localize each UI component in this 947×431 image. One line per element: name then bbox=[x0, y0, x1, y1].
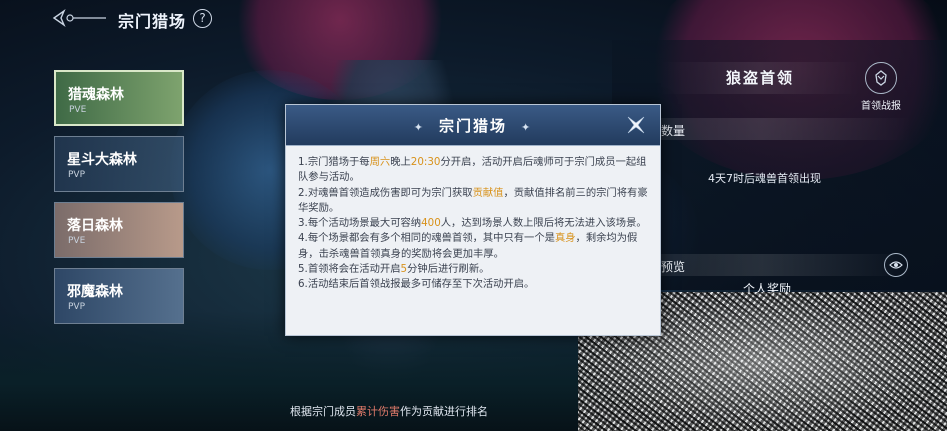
rule-item: 3.每个活动场景最大可容纳400人，达到场景人数上限后将无法进入该场景。 bbox=[298, 216, 650, 231]
wolf-crest-icon bbox=[865, 62, 897, 94]
back-button[interactable] bbox=[52, 8, 108, 28]
rule-highlight: 贡献值 bbox=[472, 186, 504, 199]
map-name: 星斗大森林 bbox=[67, 152, 137, 168]
rule-text: 3.每个活动场景最大可容纳 bbox=[298, 217, 422, 230]
rule-text: 分钟后进行刷新。 bbox=[407, 263, 490, 276]
rule-item: 6.活动结束后首领战报最多可储存至下次活动开启。 bbox=[298, 277, 650, 292]
sparkle-icon: ✦ bbox=[413, 121, 425, 134]
map-tag: PVE bbox=[69, 105, 87, 115]
map-name: 邪魔森林 bbox=[67, 284, 123, 300]
map-tag: PVP bbox=[68, 170, 86, 180]
map-item-soul-hunt-forest[interactable]: 猎魂森林 PVE bbox=[54, 70, 184, 126]
dialog-title-row: ✦ 宗门猎场 ✦ bbox=[286, 115, 660, 136]
dialog-title: 宗门猎场 bbox=[438, 117, 507, 135]
rule-text: 5.首领将会在活动开启 bbox=[298, 263, 401, 276]
rule-text: 晚上 bbox=[390, 156, 411, 168]
rule-item: 4.每个场景都会有多个相同的魂兽首领，其中只有一个是真身，剩余均为假身，击杀魂兽… bbox=[298, 231, 650, 262]
caption-prefix: 根据宗门成员 bbox=[290, 405, 356, 418]
rule-item: 1.宗门猎场于每周六晚上20:30分开启，活动开启后魂师可于宗门成员一起组队参与… bbox=[298, 155, 650, 186]
map-item-evil-forest[interactable]: 邪魔森林 PVP bbox=[54, 268, 184, 324]
quantity-label: 数量 bbox=[661, 124, 686, 138]
caption-highlight: 累计伤害 bbox=[356, 405, 400, 418]
dialog-header: ✦ 宗门猎场 ✦ bbox=[286, 105, 660, 146]
rule-text: 2.对魂兽首领造成伤害即可为宗门获取 bbox=[298, 186, 473, 199]
rule-item: 2.对魂兽首领造成伤害即可为宗门获取贡献值，贡献值排名前三的宗门将有豪华奖励。 bbox=[298, 186, 650, 217]
boss-report-label: 首领战报 bbox=[861, 101, 901, 112]
rule-highlight: 400 bbox=[421, 217, 441, 230]
boss-report-button[interactable]: 首领战报 bbox=[855, 62, 907, 112]
rule-highlight: 真身 bbox=[554, 232, 576, 245]
boss-title: 狼盗首领 bbox=[660, 62, 860, 94]
map-tag: PVP bbox=[68, 302, 86, 312]
rule-text: 人，达到场景人数上限后将无法进入该场景。 bbox=[440, 217, 647, 230]
ranking-caption: 根据宗门成员累计伤害作为贡献进行排名 bbox=[290, 403, 488, 419]
help-icon[interactable]: ? bbox=[193, 9, 212, 28]
close-icon[interactable] bbox=[624, 113, 648, 137]
page-title: 宗门猎场 bbox=[118, 12, 187, 31]
rule-text: 1.宗门猎场于每 bbox=[298, 156, 370, 168]
rule-highlight: 20:30 bbox=[410, 156, 441, 168]
map-list: 猎魂森林 PVE 星斗大森林 PVP 落日森林 PVE 邪魔森林 PVP bbox=[54, 70, 186, 334]
dialog-rules: 1.宗门猎场于每周六晚上20:30分开启，活动开启后魂师可于宗门成员一起组队参与… bbox=[298, 155, 650, 293]
rule-highlight: 周六 bbox=[369, 156, 391, 168]
map-tag: PVE bbox=[68, 236, 86, 246]
preview-label: 预览 bbox=[661, 260, 686, 274]
caption-suffix: 作为贡献进行排名 bbox=[400, 405, 488, 418]
map-item-star-dou-forest[interactable]: 星斗大森林 PVP bbox=[54, 136, 184, 192]
map-name: 落日森林 bbox=[67, 218, 123, 234]
sparkle-icon: ✦ bbox=[521, 121, 533, 134]
back-arrow-icon bbox=[52, 9, 106, 27]
rule-text: 6.活动结束后首领战报最多可储存至下次活动开启。 bbox=[298, 278, 535, 291]
map-name: 猎魂森林 bbox=[68, 87, 124, 103]
eye-icon[interactable] bbox=[884, 253, 908, 277]
rule-text: 4.每个场景都会有多个相同的魂兽首领，其中只有一个是 bbox=[298, 232, 555, 245]
rules-dialog: ✦ 宗门猎场 ✦ 1.宗门猎场于每周六晚上20:30分开启，活动开启后魂师可于宗门成… bbox=[285, 104, 661, 336]
top-bar: 宗门猎场 ? bbox=[0, 0, 947, 40]
map-item-sunset-forest[interactable]: 落日森林 PVE bbox=[54, 202, 184, 258]
boss-spawn-countdown: 4天7时后魂兽首领出现 bbox=[708, 172, 821, 185]
rule-item: 5.首领将会在活动开启5分钟后进行刷新。 bbox=[298, 262, 650, 277]
